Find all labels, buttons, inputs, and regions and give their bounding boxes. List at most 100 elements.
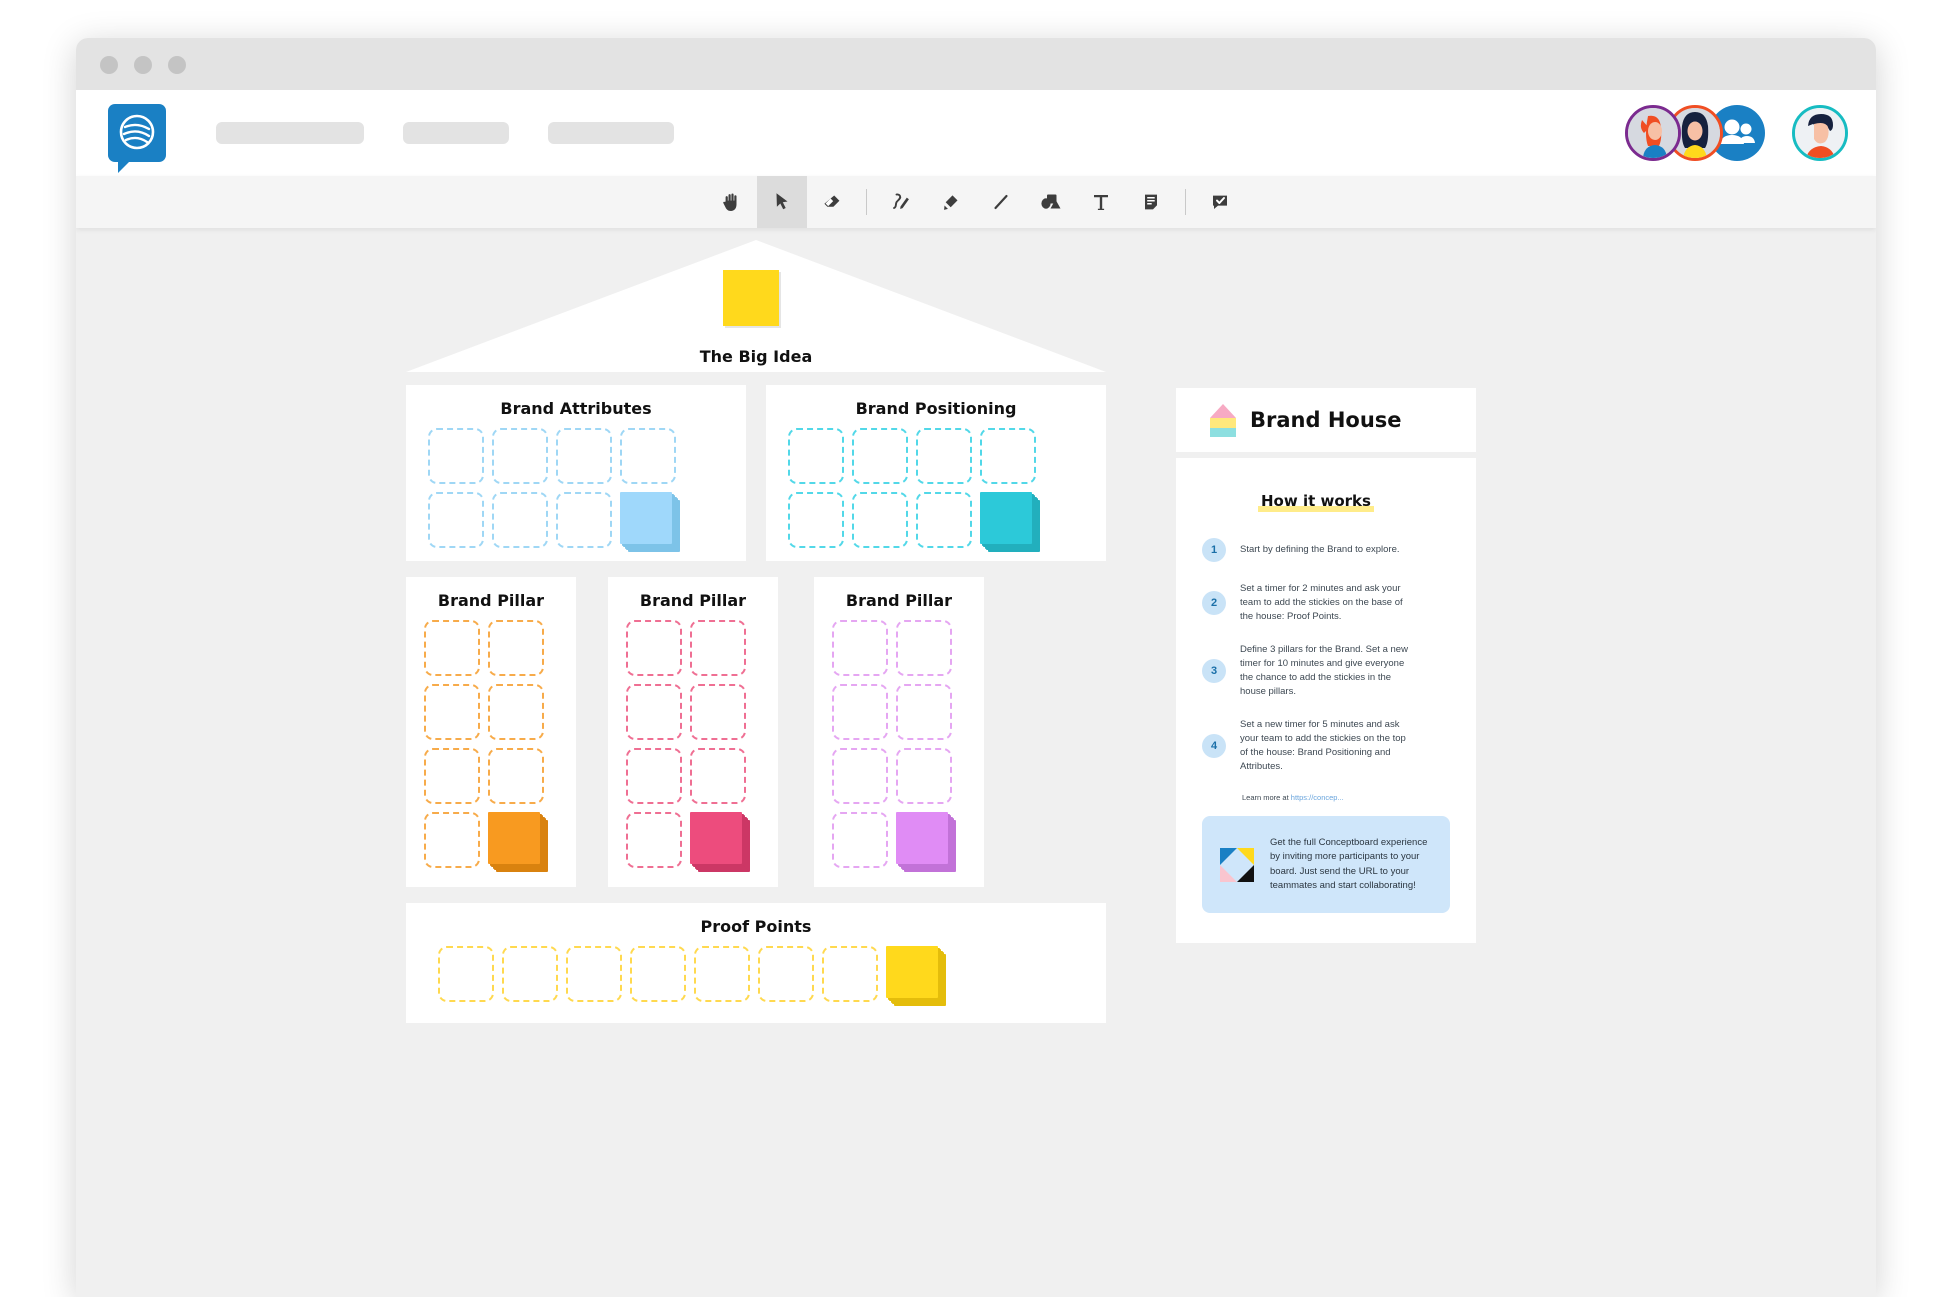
step-item: 3 Define 3 pillars for the Brand. Set a …	[1202, 643, 1450, 698]
avatar-current-user[interactable]	[1792, 105, 1848, 161]
header-nav-placeholders	[216, 122, 674, 144]
sticky-note-stack[interactable]	[488, 812, 548, 872]
sticky-slot-placeholder[interactable]	[626, 748, 682, 804]
sticky-note-stack[interactable]	[896, 812, 956, 872]
sticky-slot-placeholder[interactable]	[758, 946, 814, 1002]
sticky-slot-placeholder[interactable]	[428, 492, 484, 548]
sticky-slot-placeholder[interactable]	[438, 946, 494, 1002]
sticky-slot-placeholder[interactable]	[832, 620, 888, 676]
sticky-slot-placeholder[interactable]	[788, 428, 844, 484]
sticky-slot-placeholder[interactable]	[852, 492, 908, 548]
comment-icon	[1213, 195, 1227, 209]
sticky-slot-placeholder[interactable]	[488, 684, 544, 740]
pan-hand-tool[interactable]	[707, 176, 757, 228]
learn-more-line: Learn more at https://concep...	[1242, 793, 1450, 802]
learn-more-link[interactable]: https://concep...	[1291, 793, 1344, 802]
window-minimize-dot[interactable]	[134, 56, 152, 74]
sticky-slot-placeholder[interactable]	[852, 428, 908, 484]
sticky-slot-placeholder[interactable]	[424, 812, 480, 868]
select-cursor-tool[interactable]	[757, 176, 807, 228]
pen-tool[interactable]	[876, 176, 926, 228]
slot-grid-brand-pillar-2	[608, 610, 764, 878]
slot-grid-brand-positioning	[766, 418, 1058, 558]
sticky-slot-placeholder[interactable]	[832, 748, 888, 804]
sticky-slot-placeholder[interactable]	[822, 946, 878, 1002]
sticky-slot-placeholder[interactable]	[502, 946, 558, 1002]
shapes-icon	[1041, 194, 1061, 209]
sticky-slot-placeholder[interactable]	[896, 620, 952, 676]
window-maximize-dot[interactable]	[168, 56, 186, 74]
sticky-slot-placeholder[interactable]	[916, 428, 972, 484]
sticky-note-stack[interactable]	[886, 946, 946, 1006]
window-titlebar	[76, 38, 1876, 90]
drawing-toolbar	[76, 176, 1876, 228]
sticky-note-stack[interactable]	[980, 492, 1040, 552]
text-tool[interactable]	[1076, 176, 1126, 228]
sticky-slot-placeholder[interactable]	[694, 946, 750, 1002]
window-close-dot[interactable]	[100, 56, 118, 74]
sticky-slot-placeholder[interactable]	[488, 620, 544, 676]
sticky-note-stack[interactable]	[690, 812, 750, 872]
nav-placeholder-1[interactable]	[216, 122, 364, 144]
sticky-slot-placeholder[interactable]	[492, 428, 548, 484]
board-canvas[interactable]: The Big Idea Brand Attributes Brand Posi…	[76, 228, 1876, 1297]
sticky-slot-placeholder[interactable]	[556, 428, 612, 484]
sticky-slot-placeholder[interactable]	[788, 492, 844, 548]
panel-brand-pillar-1: Brand Pillar	[406, 577, 576, 887]
line-tool[interactable]	[976, 176, 1026, 228]
panel-title-brand-attributes: Brand Attributes	[500, 399, 652, 418]
promo-text: Get the full Conceptboard experience by …	[1270, 837, 1428, 891]
sticky-slot-placeholder[interactable]	[424, 748, 480, 804]
pan-hand-icon	[723, 193, 737, 211]
sticky-slot-placeholder[interactable]	[896, 684, 952, 740]
sticky-slot-placeholder[interactable]	[832, 684, 888, 740]
sticky-slot-placeholder[interactable]	[488, 748, 544, 804]
sticky-slot-placeholder[interactable]	[690, 684, 746, 740]
sticky-slot-placeholder[interactable]	[896, 748, 952, 804]
big-idea-label: The Big Idea	[699, 347, 813, 366]
sticky-slot-placeholder[interactable]	[492, 492, 548, 548]
sticky-slot-placeholder[interactable]	[556, 492, 612, 548]
sticky-slot-placeholder[interactable]	[428, 428, 484, 484]
step-text: Define 3 pillars for the Brand. Set a ne…	[1240, 644, 1408, 697]
info-card-body: How it works 1 Start by defining the Bra…	[1176, 458, 1476, 943]
step-text: Set a new timer for 5 minutes and ask yo…	[1240, 719, 1406, 772]
sticky-slot-placeholder[interactable]	[424, 620, 480, 676]
slot-grid-brand-pillar-3	[814, 610, 970, 878]
avatar-user-1[interactable]	[1625, 105, 1681, 161]
eraser-icon	[824, 195, 840, 207]
sticky-slot-placeholder[interactable]	[626, 620, 682, 676]
brand-house-info-card: Brand House How it works 1 Start by defi…	[1176, 388, 1476, 943]
info-card-header: Brand House	[1176, 388, 1476, 452]
comment-tool[interactable]	[1195, 176, 1245, 228]
sticky-slot-placeholder[interactable]	[626, 812, 682, 868]
step-number: 3	[1202, 658, 1226, 683]
line-icon	[994, 194, 1008, 210]
window-controls	[100, 56, 186, 74]
big-idea-sticky-note[interactable]	[723, 270, 779, 326]
shapes-tool[interactable]	[1026, 176, 1076, 228]
sticky-slot-placeholder[interactable]	[690, 748, 746, 804]
eraser-tool[interactable]	[807, 176, 857, 228]
highlighter-tool[interactable]	[926, 176, 976, 228]
sticky-slot-placeholder[interactable]	[626, 684, 682, 740]
sticky-slot-placeholder[interactable]	[832, 812, 888, 868]
sticky-note-stack[interactable]	[620, 492, 680, 552]
sticky-slot-placeholder[interactable]	[916, 492, 972, 548]
sticky-slot-placeholder[interactable]	[424, 684, 480, 740]
step-item: 2 Set a timer for 2 minutes and ask your…	[1202, 582, 1450, 623]
nav-placeholder-2[interactable]	[403, 122, 509, 144]
brand-house-board: The Big Idea Brand Attributes Brand Posi…	[406, 240, 1106, 1023]
sticky-slot-placeholder[interactable]	[690, 620, 746, 676]
nav-placeholder-3[interactable]	[548, 122, 674, 144]
house-icon-band-teal	[1210, 427, 1236, 437]
step-number: 2	[1202, 590, 1226, 615]
sticky-slot-placeholder[interactable]	[566, 946, 622, 1002]
conceptboard-logo[interactable]	[108, 104, 166, 173]
sticky-slot-placeholder[interactable]	[620, 428, 676, 484]
sticky-slot-placeholder[interactable]	[980, 428, 1036, 484]
sticky-slot-placeholder[interactable]	[630, 946, 686, 1002]
browser-window: The Big Idea Brand Attributes Brand Posi…	[76, 38, 1876, 1297]
sticky-note-tool[interactable]	[1126, 176, 1176, 228]
avatar-user-1-image	[1628, 108, 1678, 158]
